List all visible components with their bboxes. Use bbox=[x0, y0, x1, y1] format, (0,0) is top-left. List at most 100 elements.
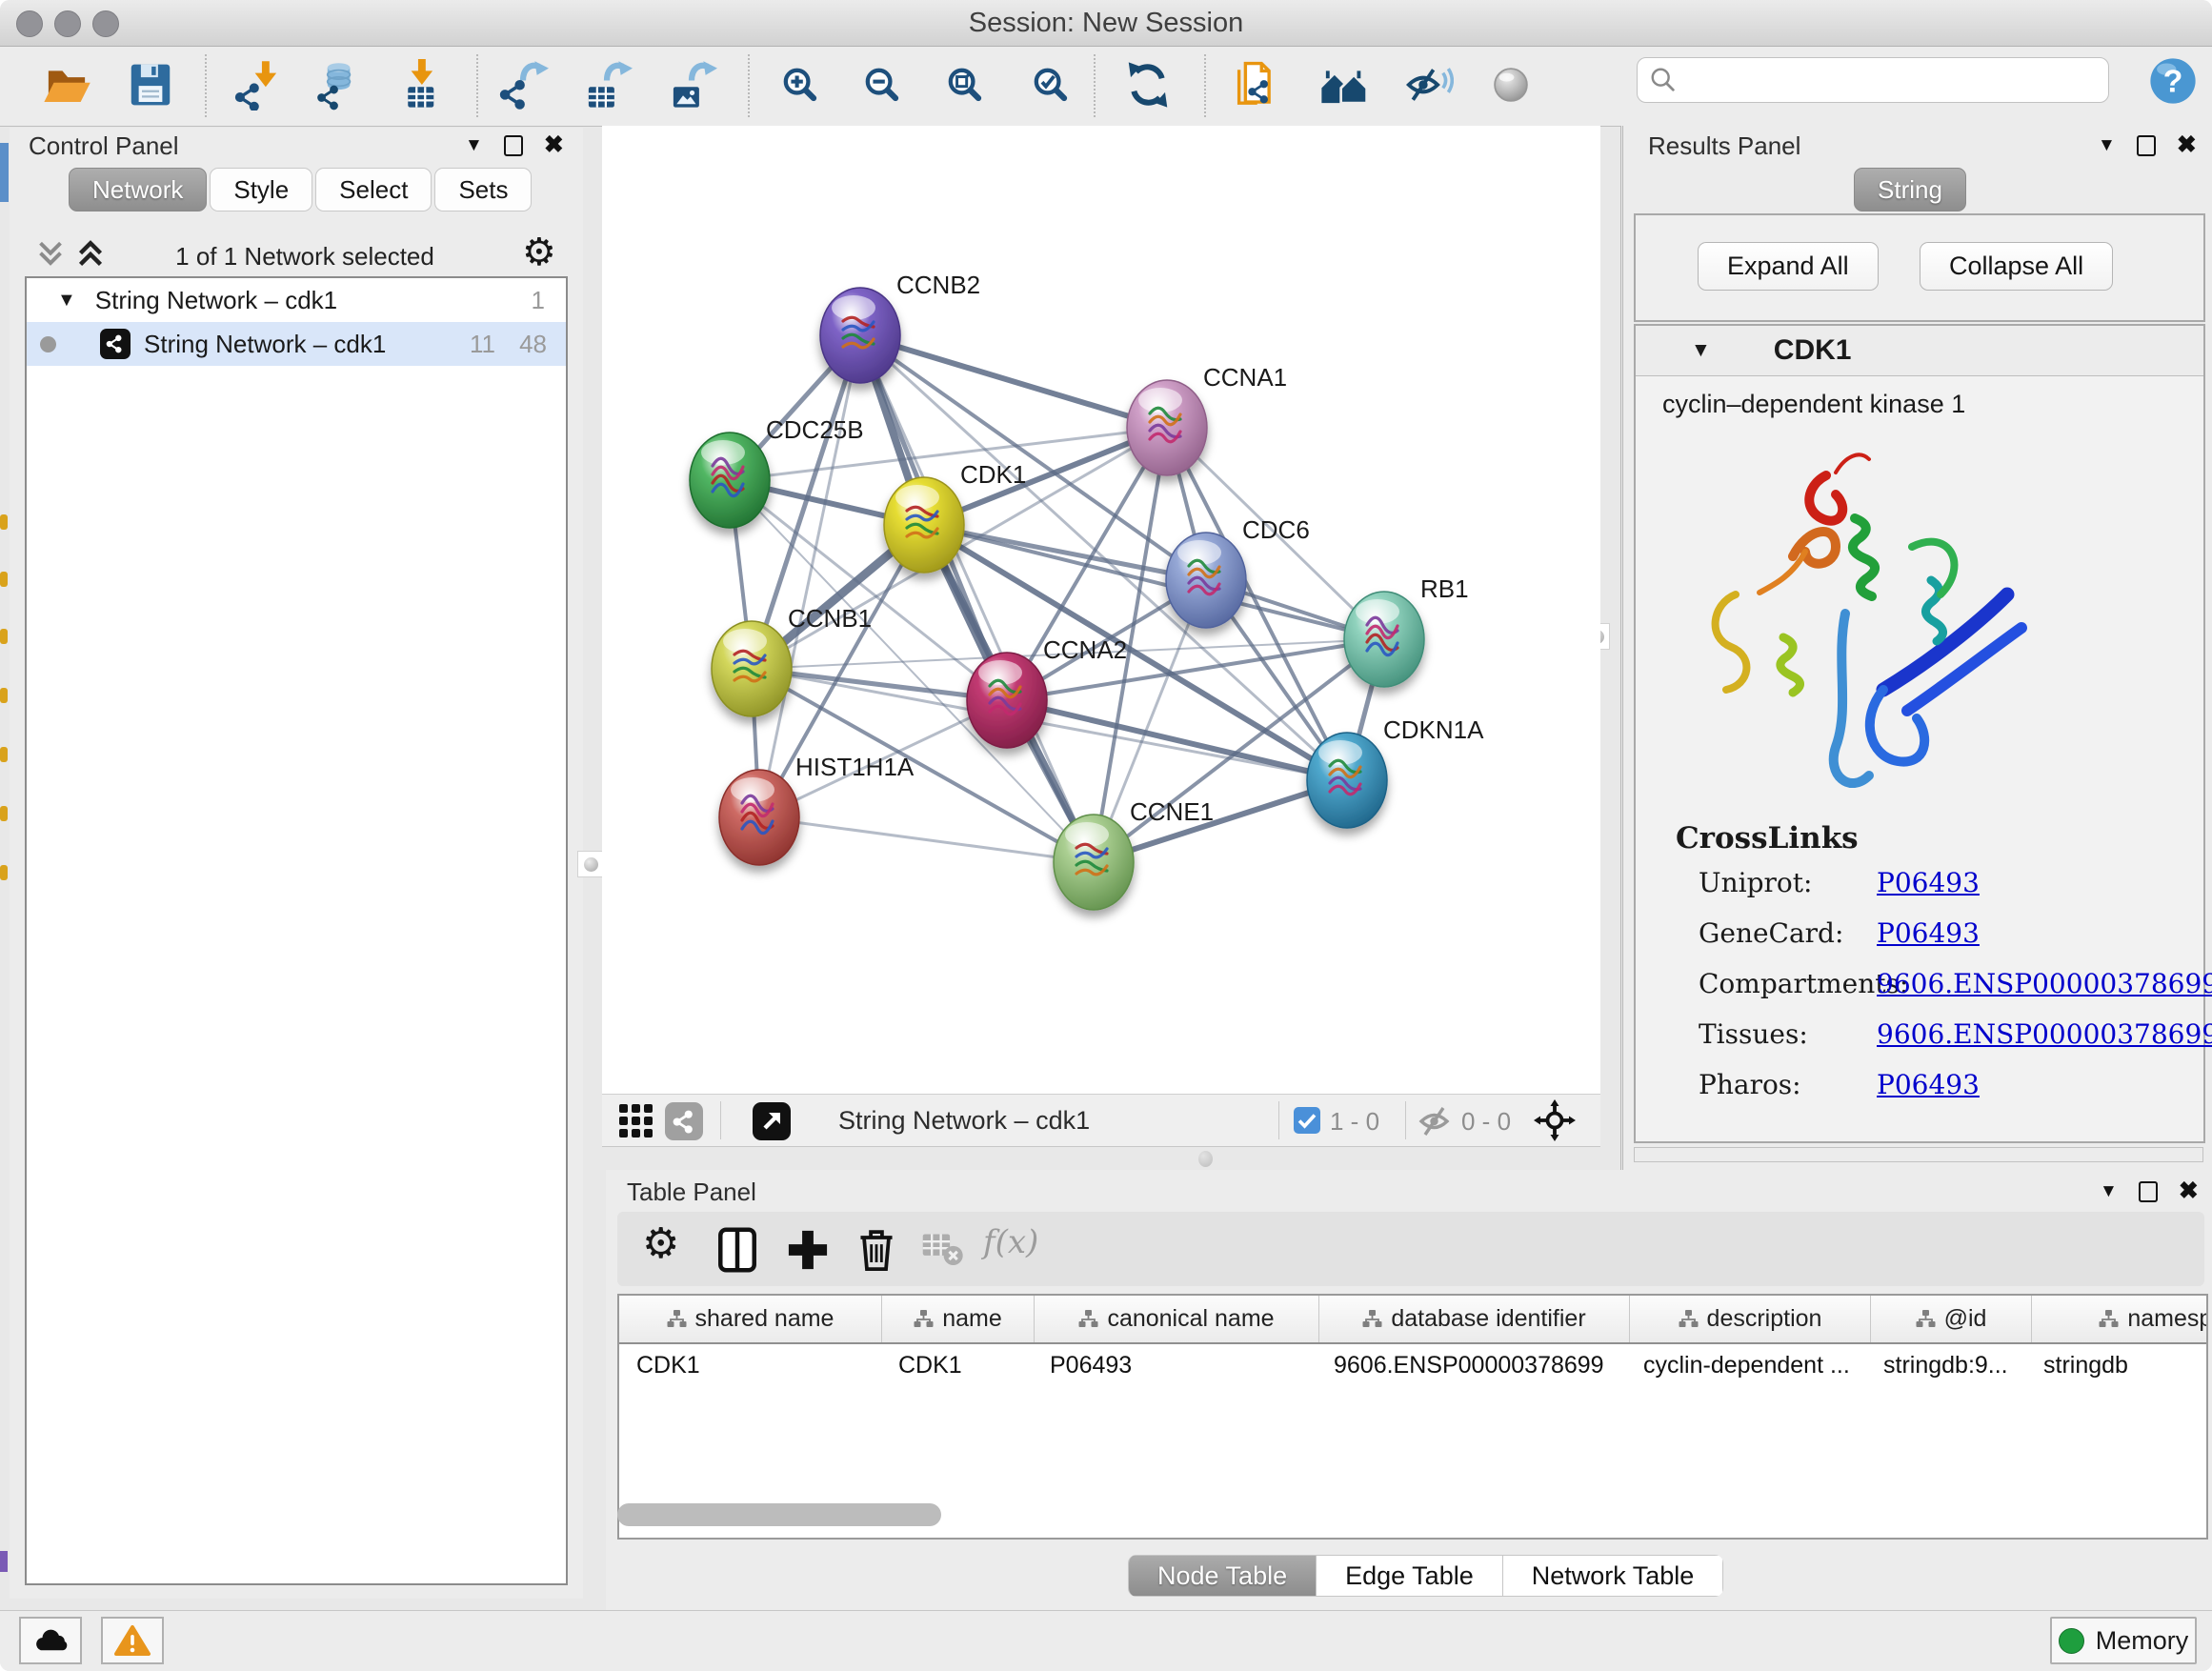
open-session-button[interactable] bbox=[40, 58, 93, 113]
open-network-in-web-button[interactable] bbox=[1233, 58, 1286, 113]
tab-sets[interactable]: Sets bbox=[434, 168, 532, 211]
save-session-button[interactable] bbox=[124, 58, 177, 113]
close-panel-icon[interactable]: ✖ bbox=[544, 133, 564, 157]
close-panel-icon[interactable]: ✖ bbox=[2177, 133, 2197, 157]
node-label-RB1: RB1 bbox=[1420, 574, 1469, 603]
zoom-out-button[interactable] bbox=[855, 58, 909, 113]
column-header-description[interactable]: description bbox=[1630, 1296, 1871, 1342]
column-header-namespace[interactable]: namespace bbox=[2032, 1296, 2208, 1342]
node-CDC25B[interactable] bbox=[690, 433, 770, 528]
import-network-button[interactable] bbox=[231, 58, 285, 113]
tab-network-table[interactable]: Network Table bbox=[1503, 1555, 1724, 1597]
tab-node-table[interactable]: Node Table bbox=[1129, 1555, 1317, 1597]
network-options-gear-icon[interactable]: ⚙ bbox=[522, 231, 556, 274]
column-header-shared-name[interactable]: shared name bbox=[619, 1296, 882, 1342]
show-columns-icon[interactable] bbox=[713, 1225, 762, 1275]
pan-crosshair-icon[interactable] bbox=[1534, 1099, 1576, 1141]
column-header-name[interactable]: name bbox=[882, 1296, 1035, 1342]
houses-icon-button[interactable] bbox=[1317, 58, 1371, 113]
selected-count-checkbox-icon[interactable] bbox=[1294, 1107, 1320, 1134]
export-image-button[interactable] bbox=[665, 58, 718, 113]
node-RB1[interactable] bbox=[1344, 592, 1424, 687]
add-column-icon[interactable] bbox=[783, 1225, 833, 1275]
collapse-panel-icon[interactable]: ▼ bbox=[2100, 1182, 2118, 1200]
column-header-database-identifier[interactable]: database identifier bbox=[1319, 1296, 1630, 1342]
table-horizontal-scrollbar[interactable] bbox=[617, 1503, 941, 1526]
detach-view-icon[interactable] bbox=[753, 1102, 791, 1140]
left-splitter-handle[interactable] bbox=[577, 851, 604, 877]
edge-CCNB2-CCNE1[interactable] bbox=[860, 335, 1094, 862]
node-HIST1H1A[interactable] bbox=[719, 770, 799, 865]
warning-button[interactable] bbox=[101, 1617, 164, 1664]
expand-all-button[interactable]: Expand All bbox=[1698, 242, 1879, 291]
export-network-button[interactable] bbox=[496, 58, 550, 113]
node-CCNB1[interactable] bbox=[712, 621, 792, 716]
network-view-toolbar: String Network – cdk1 1 - 0 0 - 0 bbox=[602, 1094, 1600, 1147]
crosslink-uniprot-link[interactable]: P06493 bbox=[1877, 867, 1980, 898]
tab-network[interactable]: Network bbox=[69, 168, 207, 211]
edge-CCNB2-CCNA1[interactable] bbox=[860, 335, 1167, 428]
collapse-all-networks-icon[interactable] bbox=[34, 238, 67, 271]
results-scroll-strip[interactable] bbox=[1634, 1147, 2203, 1162]
hide-selected-eye-button[interactable] bbox=[1401, 58, 1455, 113]
table-options-gear-icon[interactable]: ⚙ bbox=[642, 1219, 679, 1268]
node-CCNA2[interactable] bbox=[967, 653, 1047, 748]
float-panel-icon[interactable] bbox=[2139, 1181, 2158, 1202]
cell-shared-name: CDK1 bbox=[619, 1352, 881, 1379]
column-header-id[interactable]: @id bbox=[1871, 1296, 2032, 1342]
node-CCNB2[interactable] bbox=[820, 288, 900, 383]
collapse-panel-icon[interactable]: ▼ bbox=[465, 136, 483, 154]
node-CCNE1[interactable] bbox=[1054, 815, 1134, 910]
tree-expander-icon[interactable]: ▼ bbox=[57, 290, 76, 312]
results-buttons-box: Expand All Collapse All bbox=[1634, 213, 2205, 322]
node-CDK1[interactable] bbox=[884, 477, 964, 573]
memory-button[interactable]: Memory bbox=[2050, 1617, 2197, 1664]
collapse-panel-icon[interactable]: ▼ bbox=[2098, 136, 2116, 154]
network-row-selected[interactable]: String Network – cdk1 11 48 bbox=[27, 322, 566, 366]
tab-string[interactable]: String bbox=[1854, 168, 1966, 211]
float-panel-icon[interactable] bbox=[504, 135, 523, 156]
protein-card-header[interactable]: ▼ CDK1 bbox=[1636, 326, 2203, 376]
card-expander-icon[interactable]: ▼ bbox=[1691, 339, 1711, 362]
delete-column-trash-icon[interactable] bbox=[852, 1225, 901, 1275]
edge-CCNB2-HIST1H1A[interactable] bbox=[759, 335, 860, 817]
expand-all-networks-icon[interactable] bbox=[74, 238, 107, 271]
table-row[interactable]: CDK1 CDK1 P06493 9606.ENSP00000378699 cy… bbox=[619, 1344, 2206, 1386]
protein-card: ▼ CDK1 cyclin–dependent kinase 1 Cr bbox=[1634, 324, 2205, 1143]
grid-view-icon[interactable] bbox=[617, 1102, 655, 1140]
status-orb-icon[interactable] bbox=[1484, 58, 1538, 113]
crosslink-compartments-link[interactable]: 9606.ENSP00000378699 bbox=[1877, 968, 2212, 999]
crosslink-tissues-link[interactable]: 9606.ENSP00000378699 bbox=[1877, 1018, 2212, 1050]
refresh-button[interactable] bbox=[1121, 58, 1175, 113]
network-view-share-icon[interactable] bbox=[665, 1102, 703, 1140]
crosslink-genecard-link[interactable]: P06493 bbox=[1877, 917, 1980, 949]
zoom-fit-button[interactable] bbox=[938, 58, 992, 113]
network-view-title: String Network – cdk1 bbox=[838, 1106, 1090, 1136]
network-collection-row[interactable]: ▼ String Network – cdk1 1 bbox=[27, 278, 566, 322]
import-network-from-database-button[interactable] bbox=[312, 58, 365, 113]
float-panel-icon[interactable] bbox=[2137, 135, 2156, 156]
close-panel-icon[interactable]: ✖ bbox=[2179, 1179, 2199, 1203]
collapse-all-button[interactable]: Collapse All bbox=[1920, 242, 2113, 291]
import-table-button[interactable] bbox=[396, 58, 450, 113]
help-button[interactable]: ? bbox=[2146, 54, 2200, 110]
crosslink-pharos-link[interactable]: P06493 bbox=[1877, 1069, 1980, 1100]
node-CDC6[interactable] bbox=[1166, 533, 1246, 628]
tab-edge-table[interactable]: Edge Table bbox=[1317, 1555, 1503, 1597]
network-canvas[interactable]: CCNB2CCNA1CDC25BCDK1CDC6RB1CCNB1CCNA2HIS… bbox=[602, 126, 1600, 1094]
cloud-button[interactable] bbox=[19, 1617, 82, 1664]
column-header-canonical-name[interactable]: canonical name bbox=[1035, 1296, 1319, 1342]
export-table-button[interactable] bbox=[580, 58, 633, 113]
zoom-in-button[interactable] bbox=[774, 58, 827, 113]
search-input[interactable] bbox=[1687, 62, 2101, 98]
tab-select[interactable]: Select bbox=[315, 168, 432, 211]
tab-style[interactable]: Style bbox=[210, 168, 312, 211]
zoom-selected-button[interactable] bbox=[1024, 58, 1077, 113]
node-CCNA1[interactable] bbox=[1127, 380, 1207, 475]
edge-CCNA2-CDKN1A[interactable] bbox=[1007, 700, 1347, 780]
title-bar: Session: New Session bbox=[0, 0, 2212, 47]
edge-HIST1H1A-CCNE1[interactable] bbox=[759, 817, 1094, 862]
node-CDKN1A[interactable] bbox=[1307, 733, 1387, 828]
hidden-count-eye-icon[interactable] bbox=[1418, 1104, 1452, 1138]
horizontal-splitter-dot[interactable] bbox=[1198, 1151, 1213, 1167]
